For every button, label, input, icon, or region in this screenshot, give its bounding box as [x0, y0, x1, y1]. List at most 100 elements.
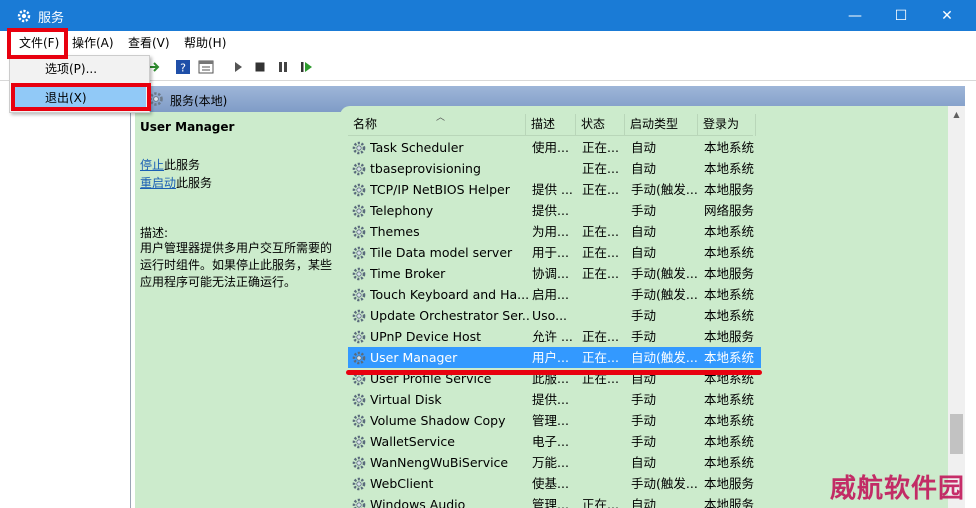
service-name-cell: Task Scheduler: [370, 140, 464, 155]
table-row[interactable]: Task Scheduler 使用... 正在... 自动 本地系统: [348, 137, 761, 158]
service-startup-cell: 手动: [631, 434, 657, 449]
service-gear-icon: [352, 330, 366, 344]
service-description-cell: 电子...: [532, 434, 569, 449]
table-row[interactable]: Themes 为用... 正在... 自动 本地系统: [348, 221, 761, 242]
service-status-cell: 正在...: [582, 224, 619, 239]
service-logon-cell: 本地服务: [704, 329, 755, 344]
minimize-button[interactable]: —: [832, 0, 878, 31]
stop-icon[interactable]: [251, 58, 269, 76]
service-startup-cell: 手动: [631, 413, 657, 428]
service-status-cell: 正在...: [582, 245, 619, 260]
table-row[interactable]: Update Orchestrator Ser... Uso... 手动 本地系统: [348, 305, 761, 326]
service-status-cell: [582, 473, 626, 494]
service-status-cell: [582, 410, 626, 431]
service-name-cell: UPnP Device Host: [370, 329, 482, 344]
service-description-cell: 用户...: [532, 350, 569, 365]
service-name-cell: WalletService: [370, 434, 455, 449]
table-row[interactable]: Windows Audio 管理... 正在... 自动 本地服务: [348, 494, 761, 508]
table-row[interactable]: tbaseprovisioning 正在... 自动 本地系统: [348, 158, 761, 179]
service-gear-icon: [352, 498, 366, 508]
service-description-cell: 启用...: [532, 287, 569, 302]
service-startup-cell: 手动(触发...: [631, 266, 698, 281]
service-status-cell: 正在...: [582, 329, 619, 344]
table-row[interactable]: Volume Shadow Copy 管理... 手动 本地系统: [348, 410, 761, 431]
menu-action[interactable]: 操作(A): [67, 34, 119, 54]
service-name-cell: User Manager: [370, 350, 458, 365]
service-startup-cell: 自动: [631, 140, 657, 155]
table-row[interactable]: User Manager 用户... 正在... 自动(触发... 本地系统: [348, 347, 761, 368]
service-startup-cell: 自动: [631, 161, 657, 176]
service-gear-icon: [352, 477, 366, 491]
service-gear-icon: [352, 267, 366, 281]
pause-icon[interactable]: [274, 58, 292, 76]
service-gear-icon: [352, 288, 366, 302]
service-logon-cell: 本地系统: [704, 161, 755, 176]
stop-action: 停止此服务: [140, 156, 200, 173]
table-row[interactable]: WalletService 电子... 手动 本地系统: [348, 431, 761, 452]
table-row[interactable]: WebClient 使基... 手动(触发... 本地服务: [348, 473, 761, 494]
table-row[interactable]: Virtual Disk 提供... 手动 本地系统: [348, 389, 761, 410]
service-description-cell: 万能...: [532, 455, 569, 470]
stop-suffix: 此服务: [164, 158, 201, 172]
service-name-cell: Telephony: [370, 203, 434, 218]
service-logon-cell: 本地系统: [704, 287, 755, 302]
console-tree-pane[interactable]: [7, 81, 131, 508]
menu-item-options[interactable]: 选项(P)...: [13, 58, 146, 80]
service-description-cell: 提供 ...: [532, 182, 573, 197]
vertical-scrollbar[interactable]: ▲: [948, 106, 965, 508]
scroll-up-arrow-icon[interactable]: ▲: [948, 106, 965, 123]
restart-service-link[interactable]: 重启动: [140, 176, 176, 190]
service-description-cell: 管理...: [532, 413, 569, 428]
table-row[interactable]: TCP/IP NetBIOS Helper 提供 ... 正在... 手动(触发...…: [348, 179, 761, 200]
menu-view[interactable]: 查看(V): [123, 34, 175, 54]
properties-icon[interactable]: [197, 58, 215, 76]
help-icon[interactable]: ?: [174, 58, 192, 76]
column-startup-type[interactable]: 启动类型: [625, 114, 698, 136]
service-gear-icon: [352, 225, 366, 239]
service-logon-cell: 本地系统: [704, 413, 755, 428]
restart-icon[interactable]: [297, 58, 315, 76]
service-gear-icon: [352, 414, 366, 428]
table-row[interactable]: UPnP Device Host 允许 ... 正在... 手动 本地服务: [348, 326, 761, 347]
service-description-cell: Uso...: [532, 308, 568, 323]
menu-bar: 文件(F) 操作(A) 查看(V) 帮助(H): [0, 31, 976, 55]
column-description[interactable]: 描述: [526, 114, 576, 136]
scrollbar-thumb[interactable]: [950, 414, 963, 454]
service-description-cell: 为用...: [532, 224, 569, 239]
service-description-cell: 协调...: [532, 266, 569, 281]
play-icon[interactable]: [229, 58, 247, 76]
service-description-cell: [532, 158, 576, 179]
service-gear-icon: [352, 183, 366, 197]
service-logon-cell: 本地系统: [704, 140, 755, 155]
column-log-on-as[interactable]: 登录为: [698, 114, 756, 136]
service-startup-cell: 自动: [631, 497, 657, 508]
table-row[interactable]: Telephony 提供... 手动 网络服务: [348, 200, 761, 221]
table-row[interactable]: WanNengWuBiService 万能... 自动 本地系统: [348, 452, 761, 473]
service-gear-icon: [352, 162, 366, 176]
service-logon-cell: 本地服务: [704, 266, 755, 281]
service-startup-cell: 手动: [631, 392, 657, 407]
service-status-cell: 正在...: [582, 182, 619, 197]
service-logon-cell: 本地系统: [704, 245, 755, 260]
service-description-cell: 使基...: [532, 476, 569, 491]
table-row[interactable]: Tile Data model server 用于... 正在... 自动 本地系统: [348, 242, 761, 263]
close-button[interactable]: ✕: [924, 0, 970, 31]
annotation-box-exit: [11, 83, 151, 111]
service-gear-icon: [352, 141, 366, 155]
table-row[interactable]: Time Broker 协调... 正在... 手动(触发... 本地服务: [348, 263, 761, 284]
table-row[interactable]: Touch Keyboard and Ha... 启用... 手动(触发... 本地系…: [348, 284, 761, 305]
stop-service-link[interactable]: 停止: [140, 158, 164, 172]
service-description-cell: 提供...: [532, 392, 569, 407]
service-startup-cell: 手动: [631, 329, 657, 344]
column-status[interactable]: 状态: [576, 114, 625, 136]
column-name[interactable]: 名称 ︿: [348, 113, 526, 136]
menu-help[interactable]: 帮助(H): [179, 34, 231, 54]
column-header: 名称 ︿ 描述 状态 启动类型 登录为: [348, 113, 756, 136]
service-logon-cell: 本地系统: [704, 392, 755, 407]
service-name-cell: WanNengWuBiService: [370, 455, 509, 470]
service-description-cell: 提供...: [532, 203, 569, 218]
watermark: 威航软件园: [830, 474, 966, 504]
service-name-cell: Themes: [370, 224, 420, 239]
service-logon-cell: 本地系统: [704, 308, 755, 323]
maximize-button[interactable]: ☐: [878, 0, 924, 31]
